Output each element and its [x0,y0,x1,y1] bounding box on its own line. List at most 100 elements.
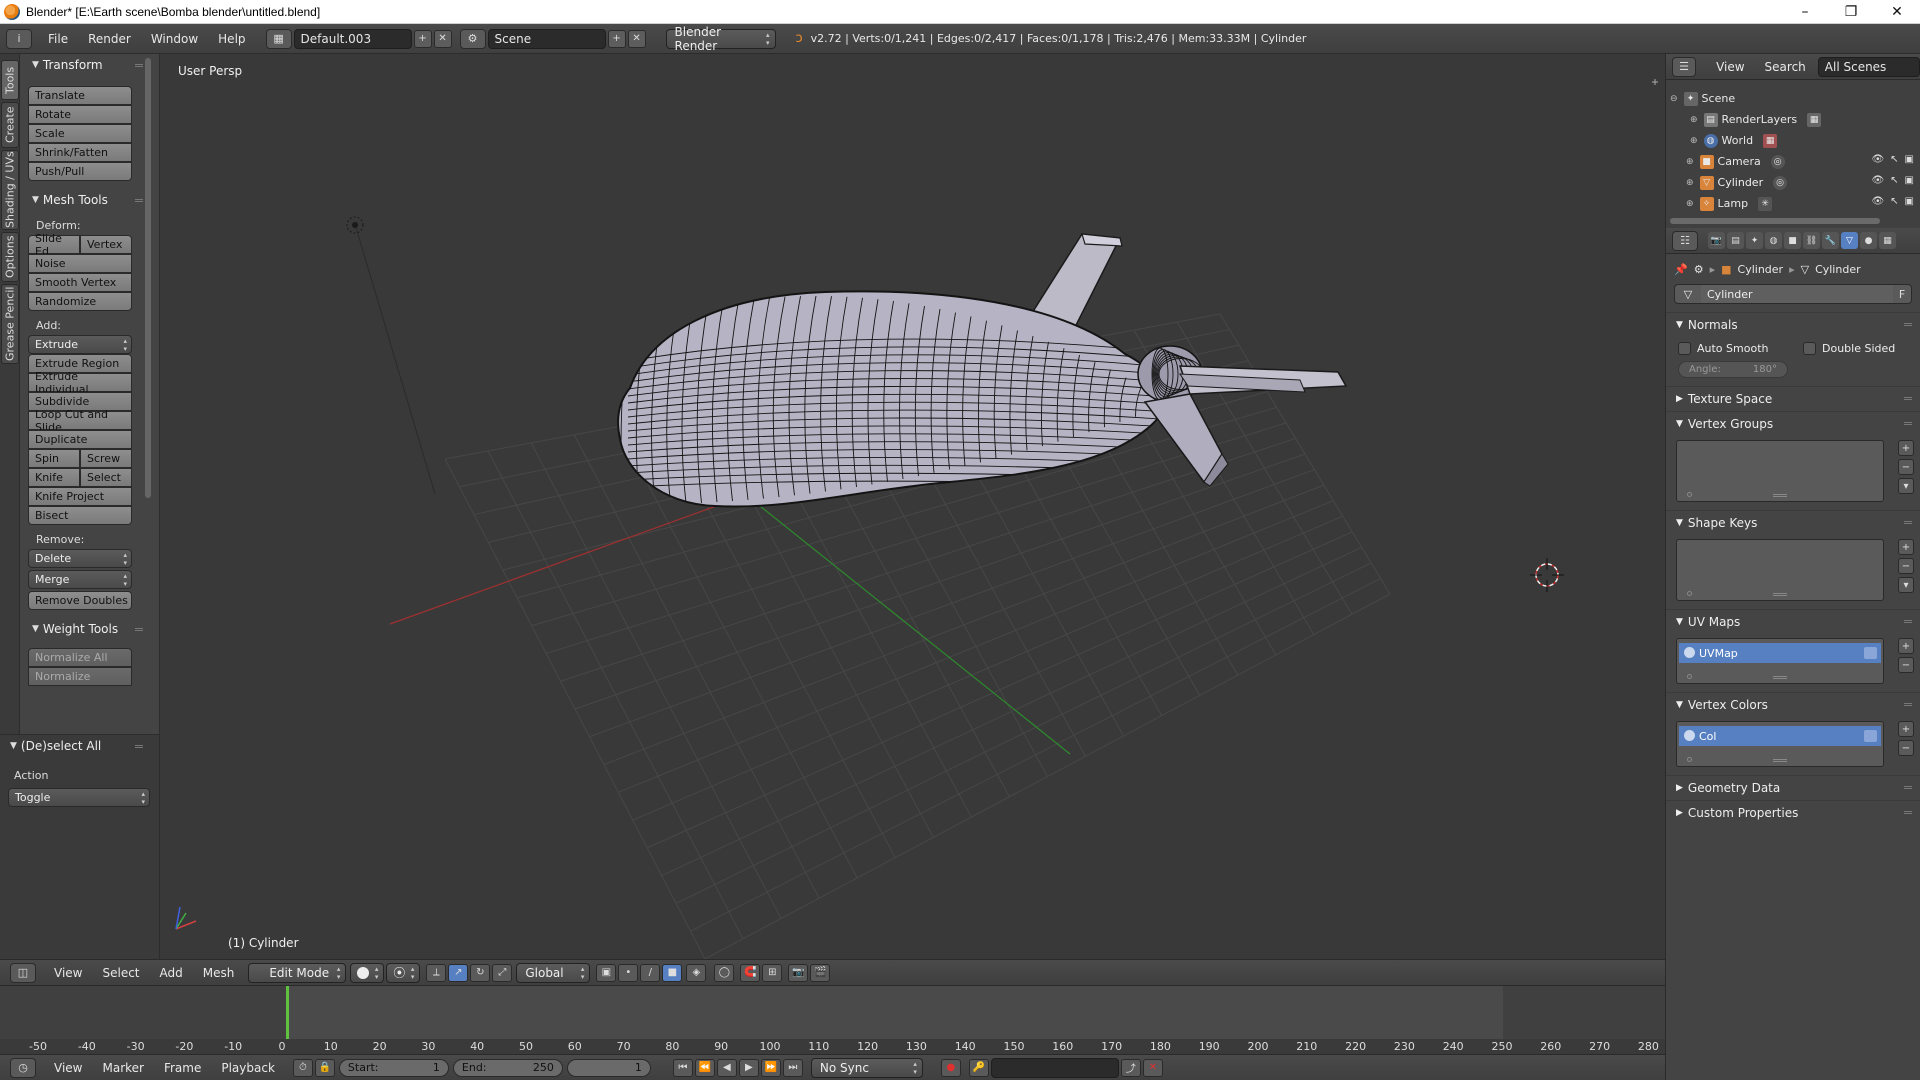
constraints-tab-icon[interactable]: ⛓ [1803,232,1820,249]
tool-shelf-scrollbar[interactable] [145,58,151,498]
add-vertex-color-icon[interactable]: + [1898,721,1914,737]
menu-timeline-view[interactable]: View [44,1061,92,1075]
layer-visibility-icon[interactable]: ▣ [596,963,617,982]
scale-manipulator-icon[interactable]: ⤢ [492,963,513,982]
interaction-mode-select[interactable]: Edit Mode [248,962,347,983]
delete-dropdown[interactable]: Delete [28,549,132,568]
screen-layout-icon[interactable]: ▦ [265,28,292,49]
vertex-colors-list[interactable]: Col [1676,721,1884,767]
keying-set-field[interactable] [990,1057,1119,1078]
tab-grease-pencil[interactable]: Grease Pencil [1,284,19,364]
insert-keyframe-icon[interactable]: ⤴ [1120,1058,1141,1077]
remove-uv-map-icon[interactable]: − [1898,657,1914,673]
pin-icon[interactable]: 📌 [1674,263,1688,276]
remove-scene-icon[interactable]: ✕ [627,29,646,48]
double-sided-checkbox[interactable] [1803,341,1816,355]
mesh-datablock-field[interactable]: ▽ Cylinder F [1674,284,1912,304]
render-tab-icon[interactable]: 📷 [1708,232,1725,249]
opengl-animation-icon[interactable]: 🎬 [810,963,831,982]
merge-dropdown[interactable]: Merge [28,570,132,589]
tab-create[interactable]: Create [1,102,19,148]
randomize-button[interactable]: Randomize [28,292,132,311]
start-frame-field[interactable]: Start: 1 [338,1058,449,1077]
menu-mesh[interactable]: Mesh [193,966,245,980]
extrude-individual-button[interactable]: Extrude Individual [28,370,132,396]
shrink-fatten-button[interactable]: Shrink/Fatten [28,143,132,162]
face-select-icon[interactable]: ■ [662,963,683,982]
material-tab-icon[interactable]: ● [1860,232,1877,249]
minimize-button[interactable]: – [1782,0,1828,24]
play-reverse-icon[interactable]: ◀ [716,1058,737,1077]
expand-icon[interactable]: ⊕ [1686,157,1694,167]
uv-map-item[interactable]: UVMap [1679,643,1881,663]
translate-button[interactable]: Translate [28,86,132,105]
push-pull-button[interactable]: Push/Pull [28,162,132,181]
remove-vertex-color-icon[interactable]: − [1898,740,1914,756]
panel-grip-icon[interactable] [1904,786,1912,789]
texture-tab-icon[interactable]: ▦ [1879,232,1896,249]
list-filter-icon[interactable] [1687,492,1692,497]
shape-keys-list[interactable] [1676,539,1884,601]
vertex-select-icon[interactable]: • [618,963,639,982]
panel-grip-icon[interactable] [1904,811,1912,814]
editor-type-3d-view-icon[interactable]: ◫ [10,962,36,983]
scale-button[interactable]: Scale [28,124,132,143]
proportional-editing-icon[interactable]: ◯ [714,963,735,982]
knife-button[interactable]: Knife [28,468,80,487]
vertex-color-item[interactable]: Col [1679,726,1881,746]
menu-file[interactable]: File [38,32,78,46]
menu-render[interactable]: Render [78,32,141,46]
spin-button[interactable]: Spin [28,449,80,468]
menu-view[interactable]: View [44,966,92,980]
panel-grip-icon[interactable] [135,745,143,748]
editor-type-properties-icon[interactable]: ☷ [1672,230,1698,251]
screen-layout-field[interactable]: Default.003 [293,28,412,49]
normals-panel-header[interactable]: ▼ Normals [1666,313,1920,337]
menu-playback[interactable]: Playback [211,1061,285,1075]
geometry-data-panel-header[interactable]: ▶ Geometry Data [1666,776,1920,800]
vertex-group-menu-icon[interactable]: ▾ [1898,478,1914,494]
transform-orientation-select[interactable]: Global [516,962,591,983]
panel-grip-icon[interactable] [1904,521,1912,524]
keying-set-icon[interactable]: 🔑 [968,1058,989,1077]
normalize-button[interactable]: Normalize [28,667,132,686]
scene-tab-icon[interactable]: ✦ [1746,232,1763,249]
outliner-view-menu[interactable]: View [1706,60,1754,74]
panel-grip-icon[interactable] [1904,422,1912,425]
editor-type-outliner-icon[interactable]: ☰ [1672,56,1697,77]
vertex-groups-list[interactable] [1676,440,1884,502]
mesh-data-tab-icon[interactable]: ▽ [1841,232,1858,249]
render-camera-icon[interactable]: ▣ [1905,175,1914,186]
add-uv-map-icon[interactable]: + [1898,638,1914,654]
menu-frame[interactable]: Frame [154,1061,211,1075]
selectable-arrow-icon[interactable]: ↖ [1890,175,1898,186]
add-scene-icon[interactable]: + [607,29,626,48]
shape-keys-panel-header[interactable]: ▼ Shape Keys [1666,511,1920,535]
snap-element-icon[interactable]: ⊞ [762,963,783,982]
menu-help[interactable]: Help [208,32,255,46]
slide-vertex-button[interactable]: Vertex [80,235,132,254]
menu-select[interactable]: Select [92,966,149,980]
texture-space-panel-header[interactable]: ▶ Texture Space [1666,387,1920,411]
list-filter-icon[interactable] [1687,674,1692,679]
maximize-button[interactable]: ❐ [1828,0,1874,24]
uv-maps-list[interactable]: UVMap [1676,638,1884,684]
manipulator-toggle-icon[interactable]: ⟂ [426,963,447,982]
snap-toggle-icon[interactable]: 🧲 [740,963,761,982]
panel-grip-icon[interactable] [1904,397,1912,400]
render-camera-icon[interactable]: ▣ [1905,196,1914,207]
render-engine-select[interactable]: Blender Render [665,25,776,53]
expand-icon[interactable]: ⊕ [1690,136,1698,146]
visibility-eye-icon[interactable]: 👁 [1871,154,1884,165]
record-icon[interactable]: ● [940,1058,961,1077]
visibility-eye-icon[interactable]: 👁 [1871,175,1884,186]
panel-grip-icon[interactable] [1904,620,1912,623]
remove-doubles-button[interactable]: Remove Doubles [28,591,132,610]
outliner-display-mode-select[interactable]: All Scenes [1817,56,1920,77]
transform-panel-header[interactable]: ▼ Transform [20,54,159,76]
active-render-icon[interactable] [1864,647,1877,659]
jump-keyframe-forward-icon[interactable]: ⏩ [760,1058,781,1077]
jump-start-icon[interactable]: ⏮ [672,1058,693,1077]
vertex-groups-panel-header[interactable]: ▼ Vertex Groups [1666,412,1920,436]
list-filter-icon[interactable] [1687,591,1692,596]
